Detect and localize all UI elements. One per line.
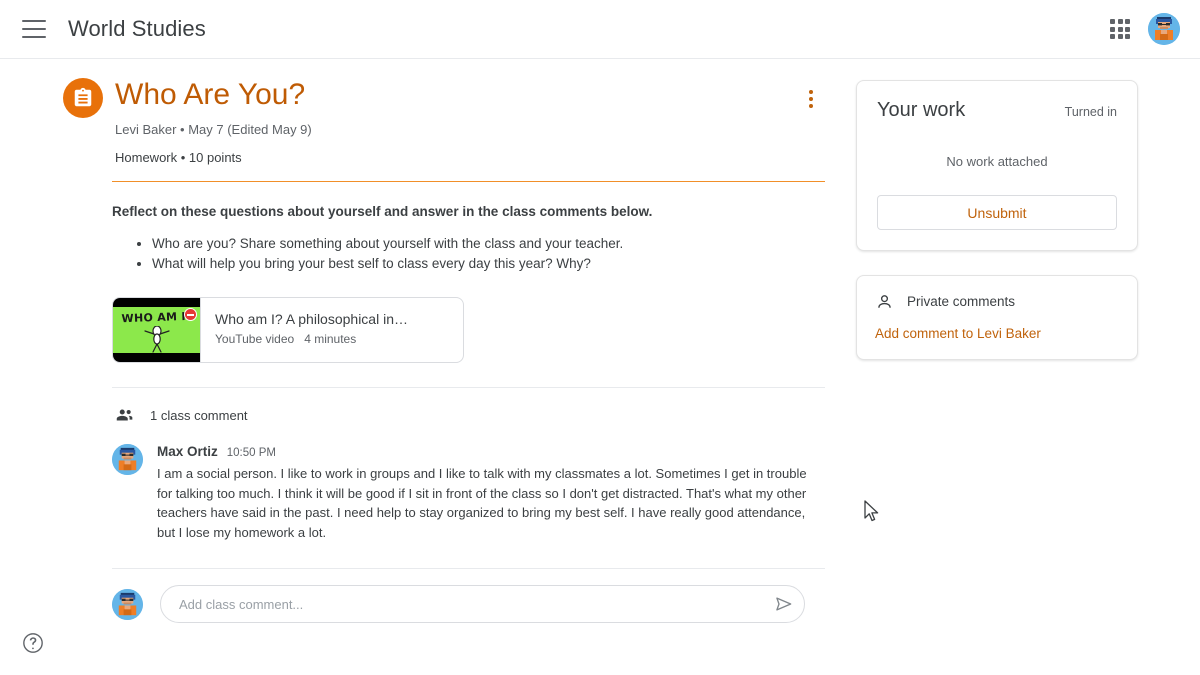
your-work-title: Your work: [877, 99, 966, 121]
attachment-thumbnail: WHO AM I?: [113, 298, 201, 362]
right-rail: Your work Turned in No work attached Uns…: [856, 80, 1138, 360]
person-icon: [878, 295, 891, 308]
youtube-badge-icon: [184, 308, 197, 321]
more-vertical-icon[interactable]: [799, 87, 823, 111]
assignment-detail-pane: Who Are You? Levi Baker • May 7 (Edited …: [60, 59, 850, 623]
apps-grid-icon[interactable]: [1108, 17, 1132, 41]
page-title: Who Are You?: [115, 78, 306, 111]
no-work-attached-label: No work attached: [946, 154, 1048, 169]
send-icon: [776, 597, 792, 611]
attachment-type: YouTube video: [215, 332, 295, 346]
top-app-bar: World Studies: [0, 0, 1200, 59]
assignment-header-text: Who Are You? Levi Baker • May 7 (Edited …: [115, 77, 850, 167]
class-comment-count: 1 class comment: [150, 407, 248, 423]
private-comments-title: Private comments: [907, 294, 1016, 309]
assignment-body: Reflect on these questions about yoursel…: [112, 182, 825, 623]
class-comment-composer: [112, 585, 825, 623]
comment-text: I am a social person. I like to work in …: [157, 466, 807, 540]
user-avatar[interactable]: [1148, 13, 1180, 45]
assignment-topic-points: Homework • 10 points: [115, 150, 242, 165]
comment-item: Max Ortiz 10:50 PM I am a social person.…: [112, 444, 825, 542]
your-work-header: Your work Turned in: [877, 99, 1117, 122]
status-badge: Turned in: [1064, 105, 1117, 119]
unsubmit-button[interactable]: Unsubmit: [877, 195, 1117, 230]
class-comment-input[interactable]: [161, 596, 764, 612]
attachment-duration: 4 minutes: [304, 332, 357, 346]
hamburger-menu-icon[interactable]: [22, 20, 46, 38]
class-comments-header[interactable]: 1 class comment: [112, 388, 825, 426]
people-icon: [116, 409, 133, 421]
attachment-text: Who am I? A philosophical in… YouTube vi…: [201, 298, 418, 362]
commenter-avatar[interactable]: [112, 444, 143, 475]
assignment-header: Who Are You? Levi Baker • May 7 (Edited …: [60, 59, 850, 167]
private-comments-header: Private comments: [875, 292, 1119, 311]
comment-author: Max Ortiz: [157, 444, 218, 459]
add-class-comment-field[interactable]: [160, 585, 805, 623]
thumbnail-figure-icon: [144, 326, 170, 353]
attachment-card-youtube[interactable]: WHO AM I? Who am I? A philosophical in…: [112, 297, 464, 363]
private-comments-card: Private comments Add comment to Levi Bak…: [856, 275, 1138, 360]
add-private-comment-link[interactable]: Add comment to Levi Baker: [875, 326, 1119, 341]
current-user-avatar[interactable]: [112, 588, 143, 620]
send-comment-button[interactable]: [764, 585, 804, 623]
list-item: Who are you? Share something about yours…: [152, 234, 825, 253]
class-title: World Studies: [68, 16, 206, 41]
assignment-instructions: Reflect on these questions about yoursel…: [112, 204, 653, 219]
assignment-author-date: Levi Baker • May 7 (Edited May 9): [115, 122, 312, 137]
assignment-question-list: Who are you? Share something about yours…: [112, 234, 825, 273]
compose-divider: [112, 568, 825, 569]
attachment-subtitle: YouTube video 4 minutes: [215, 332, 408, 346]
comment-meta: Max Ortiz 10:50 PM: [157, 444, 817, 459]
attachment-title: Who am I? A philosophical in…: [215, 311, 408, 327]
comment-body: Max Ortiz 10:50 PM I am a social person.…: [157, 444, 825, 542]
assignment-clipboard-icon: [63, 78, 103, 118]
your-work-card: Your work Turned in No work attached Uns…: [856, 80, 1138, 251]
comment-timestamp: 10:50 PM: [226, 447, 276, 459]
list-item: What will help you bring your best self …: [152, 254, 825, 273]
app-bar-actions: [1108, 13, 1180, 45]
mouse-cursor: [864, 500, 879, 522]
help-circle-icon[interactable]: [22, 632, 44, 654]
